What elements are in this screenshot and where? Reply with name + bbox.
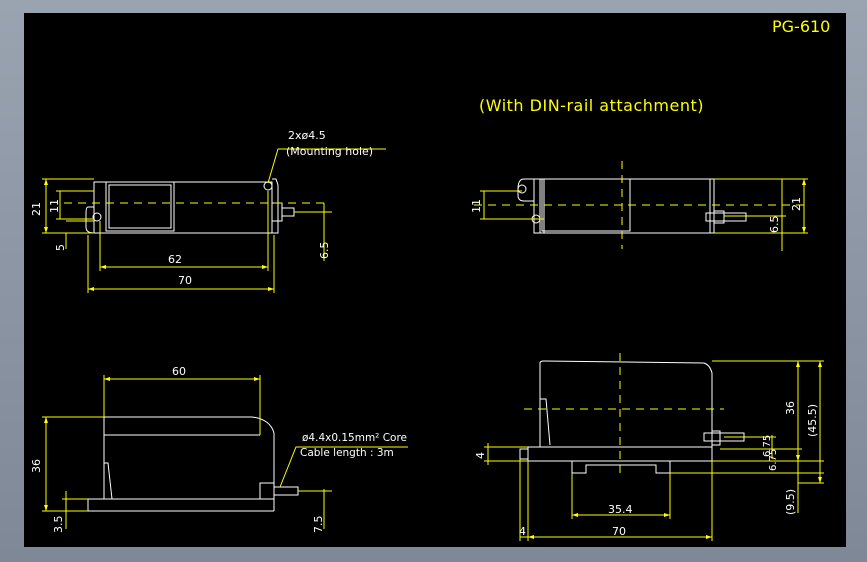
tl-window-outline	[105, 181, 175, 232]
bl-note-cable-core: ø4.4x0.15mm² Core	[302, 432, 407, 444]
drawing-title: PG-610	[772, 17, 830, 36]
bl-note-cable-length: Cable length : 3m	[300, 447, 394, 459]
tl-cable	[281, 207, 295, 217]
br-dim-4-left: 4	[474, 452, 487, 459]
br-dim-70: 70	[612, 525, 626, 538]
tl-right-hole	[263, 181, 273, 191]
bl-body-outline	[103, 416, 275, 500]
tl-right-ear	[272, 178, 279, 234]
bl-gland	[259, 482, 275, 500]
tl-dim-6-5: 6.5	[318, 242, 331, 260]
tl-note-hole-name: (Mounting hole)	[286, 145, 373, 158]
tr-cable	[705, 212, 747, 222]
tl-dim-70: 70	[178, 274, 192, 287]
br-dim-36: 36	[784, 401, 797, 415]
tl-left-ear	[85, 206, 95, 234]
bottom-left-view: 60 36 3.5 7.5 ø4.4x0.15mm² Core Cable le…	[30, 365, 408, 533]
tl-note-hole-count: 2xø4.5	[288, 129, 326, 142]
tl-gland	[271, 202, 283, 222]
bl-dim-60: 60	[172, 365, 186, 378]
top-right-view: 11 6.5 21	[470, 161, 808, 251]
drawing-subtitle: (With DIN-rail attachment)	[479, 96, 704, 115]
br-dim-6-75-b: 6.75	[768, 449, 779, 471]
bl-dim-3-5: 3.5	[52, 516, 65, 534]
cad-viewport[interactable]: PG-610 (With DIN-rail attachment) 2xø4.5…	[24, 13, 846, 547]
tl-dim-5: 5	[54, 244, 67, 251]
bottom-right-view: 36 (45.5) 6.75 6.75 (9.5) 4 35.4 70 4	[474, 353, 824, 541]
tr-dim-21: 21	[790, 197, 803, 211]
tl-dim-21: 21	[30, 202, 43, 216]
tl-dim-62: 62	[168, 253, 182, 266]
bl-dim-7-5: 7.5	[312, 516, 325, 534]
br-body-outline	[539, 360, 713, 448]
tl-window-inner	[108, 184, 172, 229]
tl-dim-11: 11	[48, 199, 61, 213]
br-din-rail	[571, 461, 671, 474]
br-dim-9-5: (9.5)	[784, 489, 797, 515]
br-dim-45-5: (45.5)	[806, 404, 819, 437]
tl-body-outline	[93, 181, 273, 234]
tr-body-outline	[539, 178, 715, 234]
tr-dim-6-5: 6.5	[768, 216, 781, 234]
br-dim-35-4: 35.4	[608, 503, 633, 516]
bl-dim-36: 36	[30, 459, 43, 473]
bl-cable	[273, 486, 299, 496]
tr-dim-11: 11	[470, 199, 483, 213]
br-dim-4-base: 4	[519, 525, 526, 538]
top-left-view: 2xø4.5 (Mounting hole) 21 11 5 62 70 6.5	[30, 129, 386, 293]
drawing-canvas: PG-610 (With DIN-rail attachment) 2xø4.5…	[30, 17, 830, 541]
